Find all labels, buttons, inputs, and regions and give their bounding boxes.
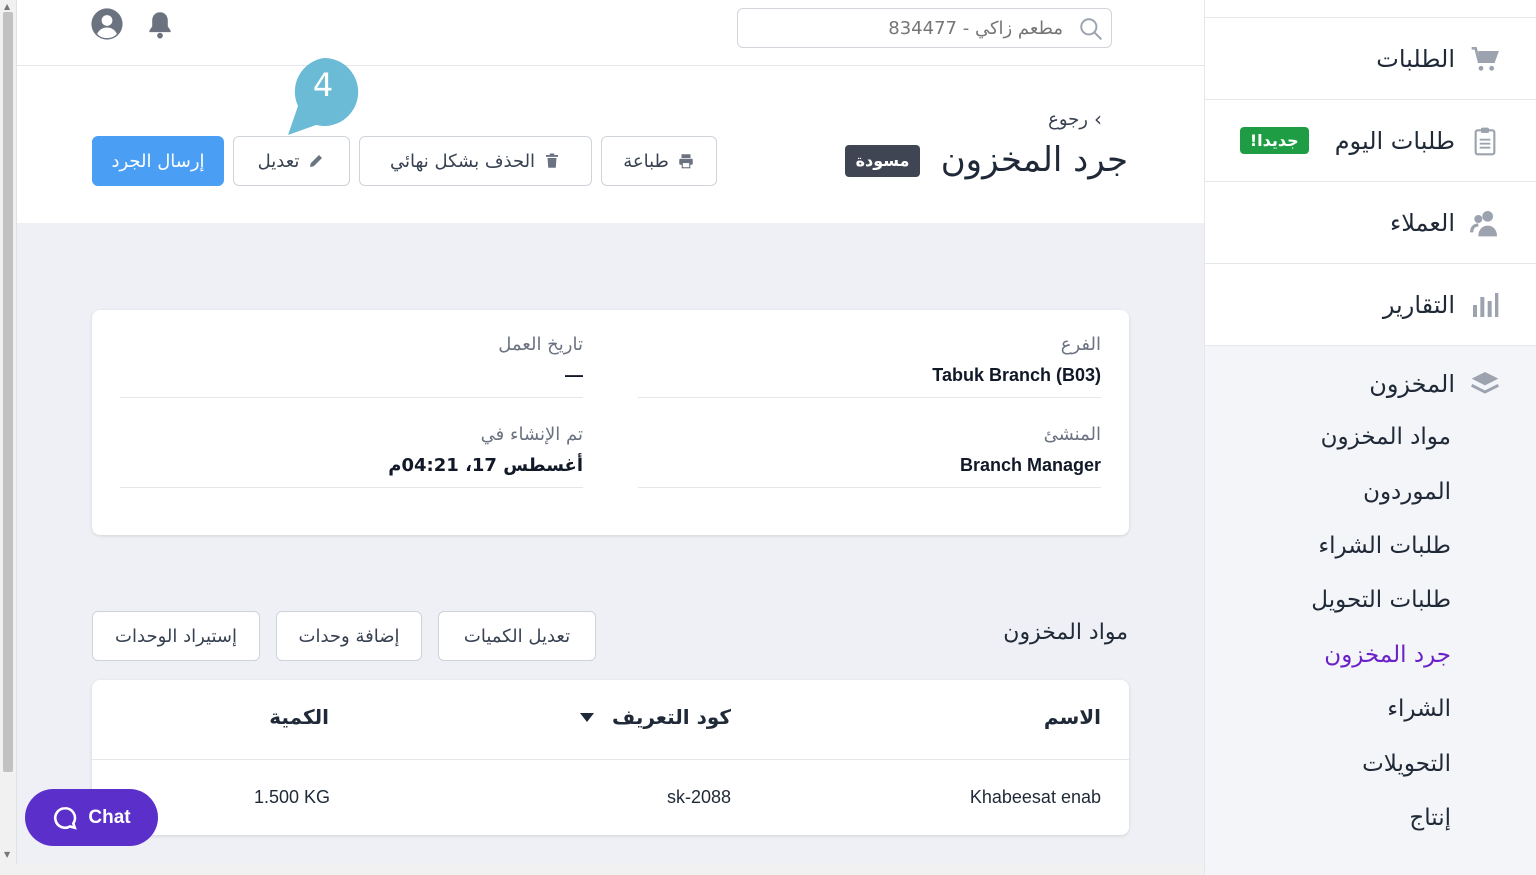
- edit-quantities-label: تعديل الكميات: [463, 625, 571, 647]
- sidebar-subitem-transfer-orders[interactable]: طلبات التحويل: [1311, 587, 1451, 613]
- trash-icon: [546, 153, 559, 168]
- back-link[interactable]: › رجوع: [1048, 107, 1102, 131]
- created-at-value: أغسطس 17، 04:21م: [388, 455, 583, 476]
- divider: [120, 397, 583, 398]
- step-number: 4: [312, 66, 334, 104]
- import-units-button[interactable]: إستيراد الوحدات: [92, 611, 260, 661]
- search-input[interactable]: [737, 8, 1112, 48]
- row-quantity: 1.500 KG: [253, 787, 330, 807]
- business-date-field: تاريخ العمل —: [120, 334, 583, 398]
- edit-label: تعديل: [257, 150, 300, 172]
- submit-count-button[interactable]: إرسال الجرد: [92, 136, 224, 186]
- sidebar-item-label: الطلبات: [1376, 44, 1455, 73]
- add-units-label: إضافة وحدات: [298, 625, 400, 647]
- page-title: جرد المخزون: [940, 140, 1128, 180]
- chat-bubble-icon: [54, 806, 78, 830]
- chevron-right-icon: ›: [1094, 107, 1102, 131]
- bell-icon[interactable]: [143, 8, 177, 42]
- created-at-field: تم الإنشاء في أغسطس 17، 04:21م: [120, 424, 583, 488]
- layers-icon: [1471, 372, 1499, 394]
- import-units-label: إستيراد الوحدات: [115, 625, 237, 647]
- clipboard-icon: [1474, 127, 1496, 155]
- sidebar-subitem-suppliers[interactable]: الموردون: [1363, 479, 1451, 505]
- sidebar-item-customers[interactable]: العملاء: [1205, 182, 1536, 264]
- sidebar: الطلبات طلبات اليوم جديدا! العملاء التقا…: [1204, 0, 1536, 875]
- new-badge: جديدا!: [1239, 127, 1309, 154]
- pencil-icon: [310, 155, 323, 167]
- chat-button[interactable]: Chat: [25, 789, 158, 846]
- column-header-quantity[interactable]: الكمية: [269, 705, 329, 729]
- row-name: Khabeesat enab: [969, 787, 1101, 807]
- column-header-sku[interactable]: كود التعريف: [612, 705, 731, 729]
- scroll-down-icon[interactable]: ▼: [4, 850, 10, 859]
- chat-label: Chat: [88, 806, 131, 828]
- search-icon: [1080, 18, 1102, 40]
- scroll-up-icon[interactable]: ▲: [4, 2, 10, 11]
- sidebar-item-label: العملاء: [1389, 208, 1455, 237]
- delete-label: الحذف بشكل نهائي: [389, 150, 536, 172]
- status-badge: مسودة: [845, 145, 920, 177]
- divider: [638, 397, 1101, 398]
- items-table: [92, 680, 1129, 835]
- back-label: رجوع: [1048, 108, 1088, 130]
- user-avatar-icon[interactable]: [90, 7, 124, 41]
- bottom-strip: [0, 864, 1204, 875]
- submit-label: إرسال الجرد: [111, 150, 205, 172]
- sidebar-subitem-inventory-count[interactable]: جرد المخزون: [1324, 642, 1451, 668]
- sidebar-top-divider: [1205, 0, 1536, 18]
- delete-permanently-button[interactable]: الحذف بشكل نهائي: [359, 136, 592, 186]
- sidebar-subitem-inventory-items[interactable]: مواد المخزون: [1321, 424, 1451, 450]
- sidebar-item-label: المخزون: [1369, 370, 1455, 398]
- branch-label: الفرع: [1060, 334, 1101, 355]
- creator-label: المنشئ: [1043, 424, 1101, 445]
- sidebar-item-orders[interactable]: الطلبات: [1205, 18, 1536, 100]
- sidebar-item-today-orders[interactable]: طلبات اليوم جديدا!: [1205, 100, 1536, 182]
- column-header-name[interactable]: الاسم: [1044, 705, 1101, 729]
- business-date-value: —: [565, 365, 583, 385]
- edit-quantities-button[interactable]: تعديل الكميات: [438, 611, 596, 661]
- sidebar-item-inventory[interactable]: المخزون: [1369, 368, 1501, 400]
- branch-field: الفرع Tabuk Branch (B03): [638, 334, 1101, 398]
- items-section-title: مواد المخزون: [1003, 620, 1128, 645]
- sidebar-item-label: طلبات اليوم: [1334, 126, 1455, 155]
- created-at-label: تم الإنشاء في: [480, 424, 583, 445]
- sidebar-subitem-purchasing[interactable]: الشراء: [1387, 696, 1451, 722]
- branch-value: Tabuk Branch (B03): [932, 365, 1101, 385]
- business-date-label: تاريخ العمل: [498, 334, 583, 355]
- sidebar-subitem-production[interactable]: إنتاج: [1409, 805, 1451, 831]
- edit-button[interactable]: تعديل: [233, 136, 350, 186]
- users-icon: [1470, 210, 1497, 236]
- creator-value: Branch Manager: [959, 455, 1101, 475]
- sidebar-inventory-group: المخزون مواد المخزون الموردون طلبات الشر…: [1205, 346, 1536, 875]
- add-units-button[interactable]: إضافة وحدات: [276, 611, 422, 661]
- sort-down-icon[interactable]: [579, 711, 595, 723]
- table-header-divider: [92, 759, 1129, 760]
- scrollbar-thumb[interactable]: [3, 12, 13, 772]
- page-scrollbar[interactable]: ▲ ▼: [0, 0, 17, 875]
- row-sku: sk-2088: [666, 787, 731, 807]
- print-button[interactable]: طباعة: [601, 136, 717, 186]
- divider: [120, 487, 583, 488]
- bar-chart-icon: [1473, 292, 1499, 317]
- printer-icon: [679, 154, 693, 169]
- sidebar-subitem-transfers[interactable]: التحويلات: [1362, 751, 1451, 777]
- creator-field: المنشئ Branch Manager: [638, 424, 1101, 488]
- sidebar-item-reports[interactable]: التقارير: [1205, 264, 1536, 346]
- cart-icon: [1471, 46, 1499, 71]
- sidebar-subitem-purchase-orders[interactable]: طلبات الشراء: [1318, 533, 1451, 559]
- divider: [638, 487, 1101, 488]
- sidebar-item-label: التقارير: [1382, 290, 1455, 319]
- print-label: طباعة: [623, 150, 669, 172]
